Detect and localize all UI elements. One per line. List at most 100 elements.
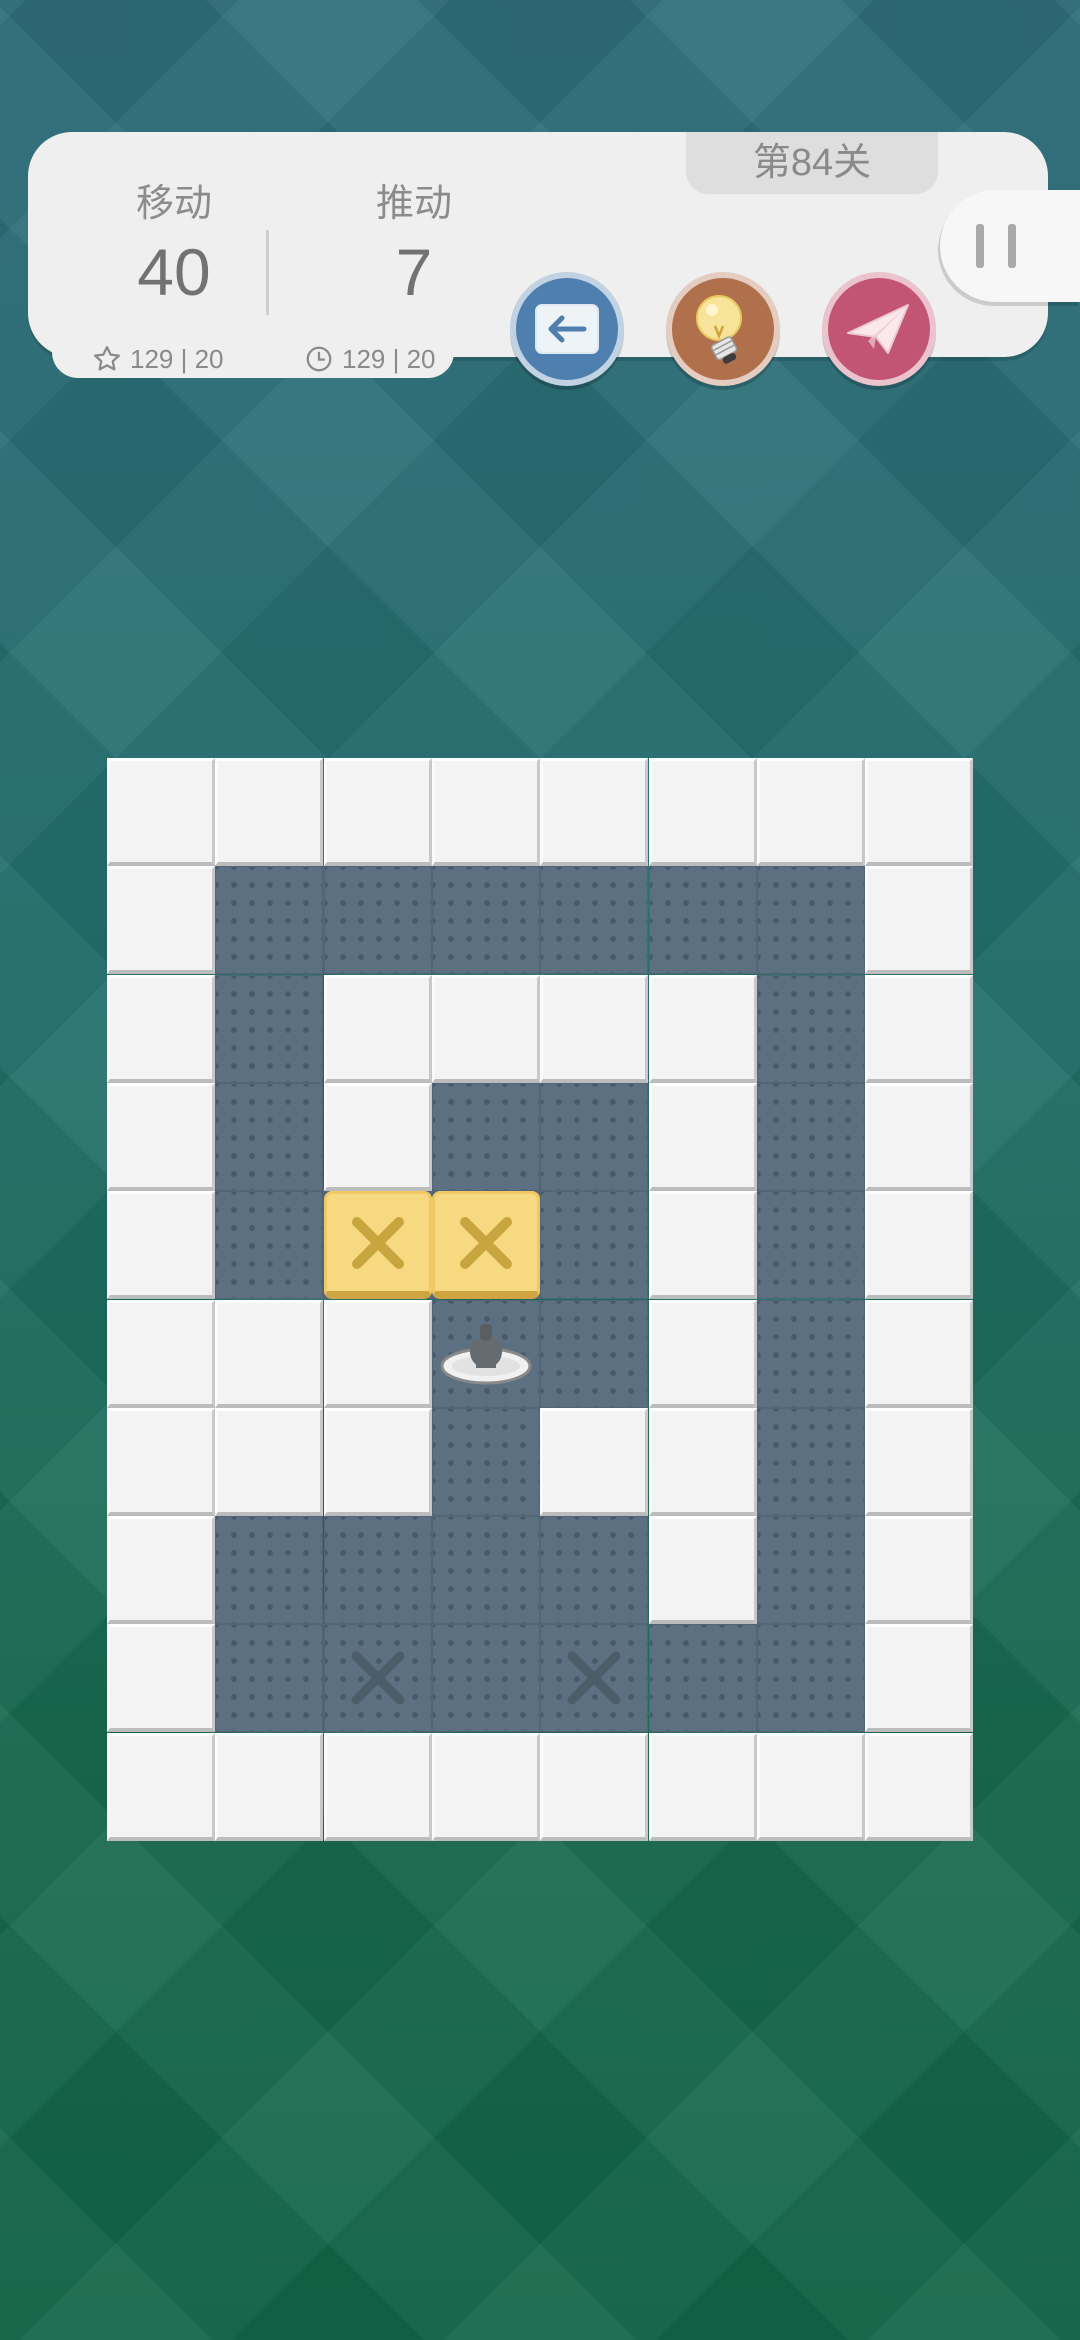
floor-tile[interactable] [431, 1407, 540, 1516]
crate-x-icon [351, 1216, 404, 1269]
wall-tile [648, 1191, 757, 1300]
wall-tile [540, 758, 649, 866]
floor-tile[interactable] [323, 866, 432, 975]
best-time-text: 129 | 20 [342, 343, 436, 374]
wall-tile [865, 866, 974, 975]
stats-divider [266, 230, 269, 315]
wall-tile [323, 1732, 432, 1841]
pushes-label: 推动 [375, 183, 452, 225]
wall-tile [648, 1407, 757, 1516]
floor-tile[interactable] [540, 1516, 649, 1625]
wall-tile [431, 974, 540, 1083]
wall-tile [107, 1732, 215, 1841]
wall-tile [648, 1299, 757, 1408]
lightbulb-icon [696, 295, 742, 364]
floor-tile[interactable] [215, 1191, 324, 1300]
wall-tile [107, 758, 215, 866]
floor-tile[interactable] [215, 1082, 324, 1191]
wall-tile [540, 1407, 649, 1516]
target-marker [324, 1624, 432, 1732]
crate[interactable] [323, 1191, 432, 1300]
wall-tile [756, 1732, 865, 1841]
wall-tile [107, 1624, 215, 1733]
wall-tile [865, 1516, 974, 1625]
pause-icon [976, 224, 984, 268]
level-indicator: 第84关 [686, 132, 938, 194]
wall-tile [865, 1082, 974, 1191]
floor-tile[interactable] [540, 1299, 649, 1408]
wall-tile [865, 974, 974, 1083]
floor-tile[interactable] [756, 1516, 865, 1625]
floor-tile[interactable] [540, 1191, 649, 1300]
pause-button[interactable] [940, 190, 1080, 302]
target-x-icon [567, 1651, 621, 1705]
wall-tile [865, 1407, 974, 1516]
wall-tile [215, 1732, 324, 1841]
wall-tile [323, 1407, 432, 1516]
wall-tile [107, 1299, 215, 1408]
floor-tile[interactable] [215, 1624, 324, 1733]
floor-tile[interactable] [540, 1082, 649, 1191]
best-time-record: 129 | 20 [304, 342, 436, 376]
wall-tile [431, 1732, 540, 1841]
player-character[interactable] [432, 1300, 540, 1408]
wall-tile [648, 974, 757, 1083]
target-x-icon [351, 1651, 405, 1705]
wall-tile [215, 758, 324, 866]
wall-tile [215, 1407, 324, 1516]
floor-tile[interactable] [215, 1516, 324, 1625]
game-board[interactable] [107, 758, 974, 1841]
wall-tile [107, 1082, 215, 1191]
wall-tile [865, 1299, 974, 1408]
floor-tile[interactable] [323, 1516, 432, 1625]
wall-tile [648, 1732, 757, 1841]
wall-tile [865, 1732, 974, 1841]
wall-tile [107, 866, 215, 975]
undo-button[interactable] [510, 272, 624, 386]
star-icon [94, 346, 120, 371]
moves-label: 移动 [135, 183, 212, 225]
wall-tile [648, 1082, 757, 1191]
wall-tile [107, 1191, 215, 1300]
target-marker [540, 1624, 648, 1732]
wall-tile [540, 1732, 649, 1841]
floor-tile[interactable] [756, 1191, 865, 1300]
moves-count: 40 [137, 235, 211, 309]
player-icon [440, 1323, 532, 1384]
pushes-count: 7 [395, 235, 433, 309]
wall-tile [865, 1191, 974, 1300]
floor-tile[interactable] [540, 866, 649, 975]
floor-tile[interactable] [648, 1624, 757, 1733]
floor-tile[interactable] [431, 866, 540, 975]
wall-tile [107, 974, 215, 1083]
floor-tile[interactable] [431, 1516, 540, 1625]
wall-tile [431, 758, 540, 866]
floor-tile[interactable] [648, 866, 757, 975]
wall-tile [756, 758, 865, 866]
floor-tile[interactable] [756, 1624, 865, 1733]
wall-tile [865, 1624, 974, 1733]
floor-tile[interactable] [431, 1624, 540, 1733]
best-moves-record: 129 | 20 [92, 342, 224, 376]
clock-icon [306, 346, 332, 372]
wall-tile [107, 1516, 215, 1625]
crate-x-icon [459, 1216, 512, 1269]
floor-tile[interactable] [756, 974, 865, 1083]
share-button[interactable] [822, 272, 936, 386]
wall-tile [215, 1299, 324, 1408]
floor-tile[interactable] [215, 974, 324, 1083]
wall-tile [648, 758, 757, 866]
hint-button[interactable] [666, 272, 780, 386]
wall-tile [323, 758, 432, 866]
wall-tile [865, 758, 974, 866]
wall-tile [648, 1516, 757, 1625]
floor-tile[interactable] [756, 1082, 865, 1191]
crate[interactable] [431, 1191, 540, 1300]
floor-tile[interactable] [756, 1407, 865, 1516]
undo-icon [535, 304, 599, 354]
wall-tile [540, 974, 649, 1083]
floor-tile[interactable] [215, 866, 324, 975]
floor-tile[interactable] [756, 866, 865, 975]
floor-tile[interactable] [431, 1082, 540, 1191]
floor-tile[interactable] [756, 1299, 865, 1408]
